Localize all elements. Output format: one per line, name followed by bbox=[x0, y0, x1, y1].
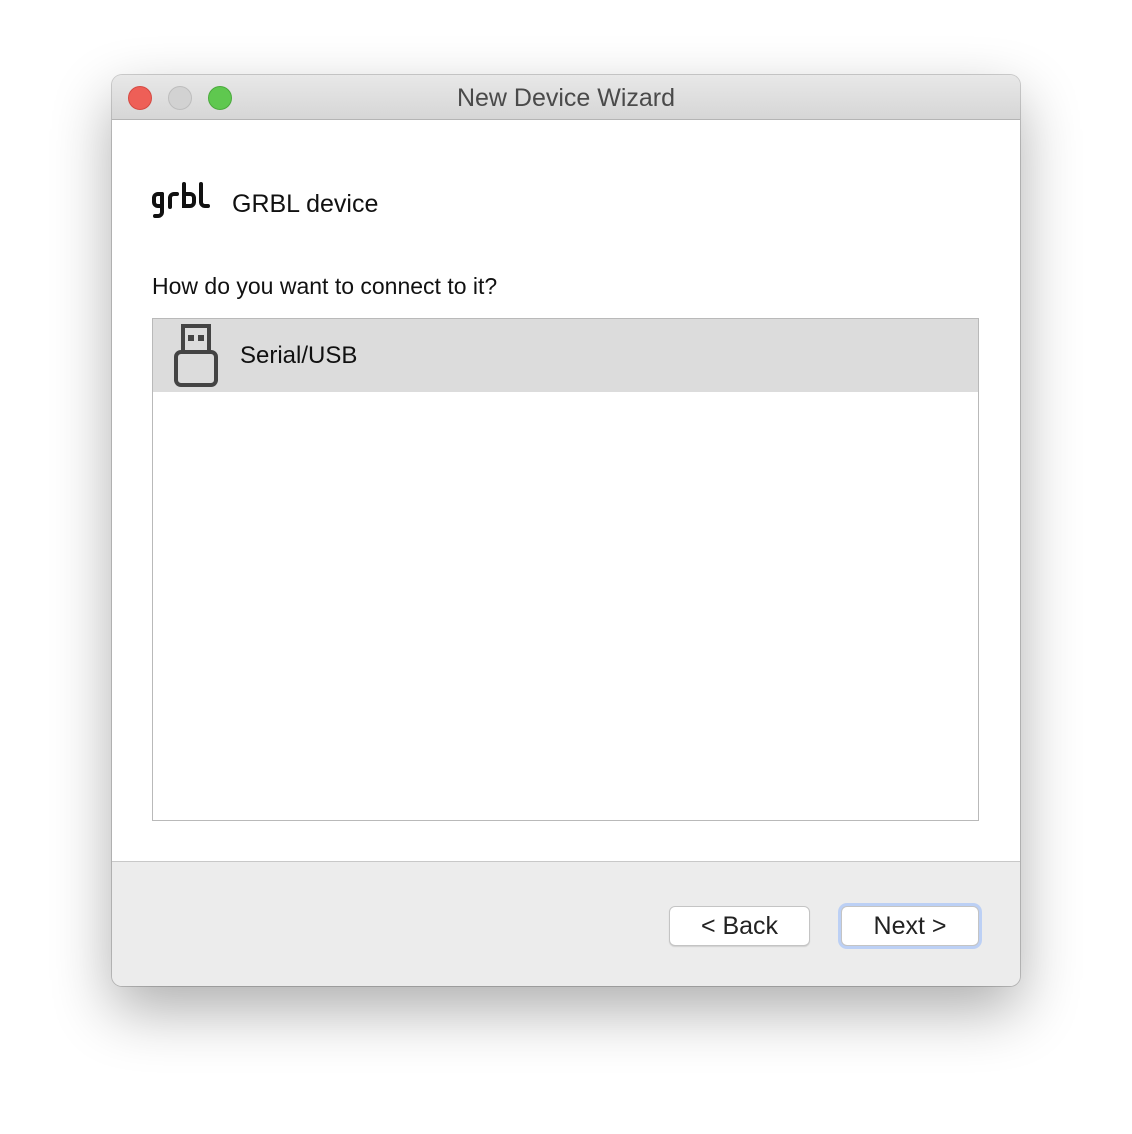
next-button[interactable]: Next > bbox=[841, 906, 979, 946]
connection-question: How do you want to connect to it? bbox=[152, 273, 498, 299]
wizard-content: GRBL device How do you want to connect t… bbox=[112, 120, 1020, 862]
title-bar[interactable]: New Device Wizard bbox=[112, 75, 1020, 120]
wizard-window: New Device Wizard GRBL device How do you… bbox=[112, 75, 1020, 986]
connection-list[interactable]: Serial/USB bbox=[152, 318, 979, 821]
device-name: GRBL device bbox=[232, 190, 379, 218]
list-item-serial-usb[interactable]: Serial/USB bbox=[153, 319, 978, 392]
usb-icon bbox=[174, 324, 218, 387]
button-bar: < Back Next > bbox=[112, 863, 1020, 986]
list-item-label: Serial/USB bbox=[240, 342, 358, 369]
back-button[interactable]: < Back bbox=[669, 906, 810, 946]
grbl-logo-icon bbox=[152, 182, 210, 218]
window-title: New Device Wizard bbox=[456, 84, 676, 112]
